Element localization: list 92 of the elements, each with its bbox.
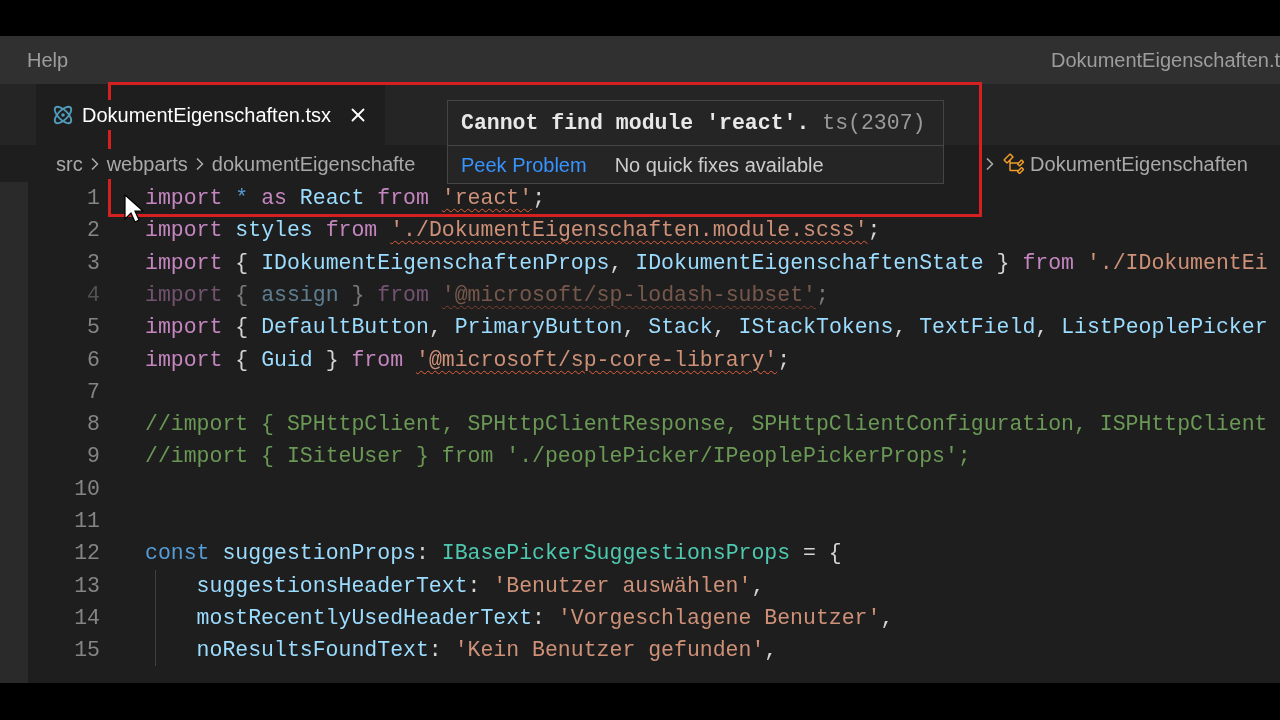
keyword-token: import xyxy=(145,346,224,374)
window-title: DokumentEigenschaften.t xyxy=(1050,48,1280,73)
punctuation-token: , xyxy=(764,637,778,665)
identifier-token: React xyxy=(299,185,366,212)
punctuation-token: , xyxy=(880,604,894,632)
punctuation-token: : xyxy=(415,540,430,568)
punctuation-token: : xyxy=(428,637,443,665)
identifier-token: Stack xyxy=(648,314,713,342)
punctuation-token: } xyxy=(325,346,340,374)
identifier-token: PrimaryButton xyxy=(454,314,623,342)
keyword-token: from xyxy=(351,346,405,374)
quick-fix-note: No quick fixes available xyxy=(614,152,824,178)
keyword-token: * xyxy=(235,185,250,212)
code-comment: //import { SPHttpClient, SPHttpClientResponse, SPHttpClientConfiguration, ISPHttpClient xyxy=(145,411,1268,439)
keyword-token: from xyxy=(1022,249,1075,277)
string-token: '@microsoft/sp-lodash-subset' xyxy=(441,281,816,309)
keyword-token: import xyxy=(145,281,224,309)
keyword-token: import xyxy=(145,217,224,245)
identifier-token: mostRecentlyUsedHeaderText xyxy=(196,604,533,632)
punctuation-token: ; xyxy=(532,185,546,212)
punctuation-token: , xyxy=(609,249,624,277)
line-number: 11 xyxy=(73,508,100,535)
keyword-token: from xyxy=(377,185,430,212)
react-file-icon xyxy=(52,103,74,126)
error-message: Cannot find module 'react'. xyxy=(461,109,810,137)
punctuation-token: , xyxy=(428,314,443,342)
punctuation-token: { xyxy=(235,346,250,374)
line-number: 1 xyxy=(86,185,100,212)
punctuation-token: : xyxy=(467,572,482,600)
punctuation-token: , xyxy=(712,314,727,342)
line-number: 9 xyxy=(86,443,100,471)
punctuation-token: { xyxy=(235,281,250,309)
identifier-token: IStackTokens xyxy=(738,314,894,342)
punctuation-token: = { xyxy=(802,540,842,568)
type-token: IBasePickerSuggestionsProps xyxy=(441,540,791,568)
punctuation-token: { xyxy=(235,314,250,342)
keyword-token: from xyxy=(377,281,430,309)
class-symbol-icon xyxy=(1002,151,1027,176)
line-number: 13 xyxy=(73,572,100,600)
menu-item[interactable]: Help xyxy=(27,45,69,75)
editor-tab[interactable]: DokumentEigenschaften.tsx xyxy=(36,84,386,145)
punctuation-token: : xyxy=(532,604,546,632)
mouse-pointer-icon xyxy=(124,194,144,224)
line-number: 10 xyxy=(73,475,100,503)
string-token: './DokumentEigenschaften.module.scss' xyxy=(390,217,868,245)
line-number: 15 xyxy=(73,637,100,665)
identifier-token: suggestionProps xyxy=(222,540,416,568)
identifier-token: IDokumentEigenschaftenProps xyxy=(261,249,610,277)
line-number: 2 xyxy=(86,217,100,245)
breadcrumb-item[interactable]: webparts xyxy=(106,148,188,179)
punctuation-token: } xyxy=(351,281,366,309)
punctuation-token: , xyxy=(622,314,637,342)
identifier-token: Guid xyxy=(261,346,314,374)
identifier-token: IDokumentEigenschaftenState xyxy=(635,249,985,277)
peek-problem-link[interactable]: Peek Problem xyxy=(461,149,587,180)
error-code: ts(2307) xyxy=(821,109,926,137)
string-token: 'react' xyxy=(441,185,533,212)
line-number: 5 xyxy=(86,314,100,342)
keyword-token: const xyxy=(145,540,211,568)
keyword-token: import xyxy=(145,185,224,212)
keyword-token: import xyxy=(145,249,224,277)
string-token: 'Benutzer auswählen' xyxy=(493,572,752,600)
keyword-token: import xyxy=(145,314,224,342)
identifier-token: suggestionsHeaderText xyxy=(196,572,468,600)
identifier-token: noResultsFoundText xyxy=(196,637,429,665)
line-number: 6 xyxy=(86,346,100,374)
string-token: '@microsoft/sp-core-library' xyxy=(416,346,778,374)
punctuation-token: , xyxy=(751,572,765,600)
punctuation-token: , xyxy=(1035,314,1050,342)
line-number: 3 xyxy=(86,249,100,277)
keyword-token: as xyxy=(261,185,288,212)
punctuation-token: ; xyxy=(867,217,881,245)
tab-label: DokumentEigenschaften.tsx xyxy=(82,99,332,130)
keyword-token: from xyxy=(325,217,379,245)
identifier-token: DefaultButton xyxy=(261,314,429,342)
string-token: './IDokumentEi xyxy=(1086,249,1268,277)
line-number: 8 xyxy=(86,411,100,439)
identifier-token: styles xyxy=(235,217,314,245)
line-number: 7 xyxy=(86,378,100,406)
string-token: 'Kein Benutzer gefunden' xyxy=(454,637,765,665)
identifier-token: ListPeoplePicker xyxy=(1061,314,1268,342)
code-comment: //import { ISiteUser } from './peoplePicker/IPeoplePickerProps'; xyxy=(145,443,971,471)
punctuation-token: , xyxy=(893,314,908,342)
punctuation-token: ; xyxy=(777,346,791,374)
punctuation-token: { xyxy=(235,249,250,277)
identifier-token: assign xyxy=(261,281,340,309)
line-number: 12 xyxy=(73,540,100,568)
punctuation-token: } xyxy=(996,249,1011,277)
line-number: 14 xyxy=(73,604,100,632)
punctuation-token: ; xyxy=(815,281,829,309)
identifier-token: TextField xyxy=(919,314,1036,342)
string-token: 'Vorgeschlagene Benutzer' xyxy=(557,604,881,632)
